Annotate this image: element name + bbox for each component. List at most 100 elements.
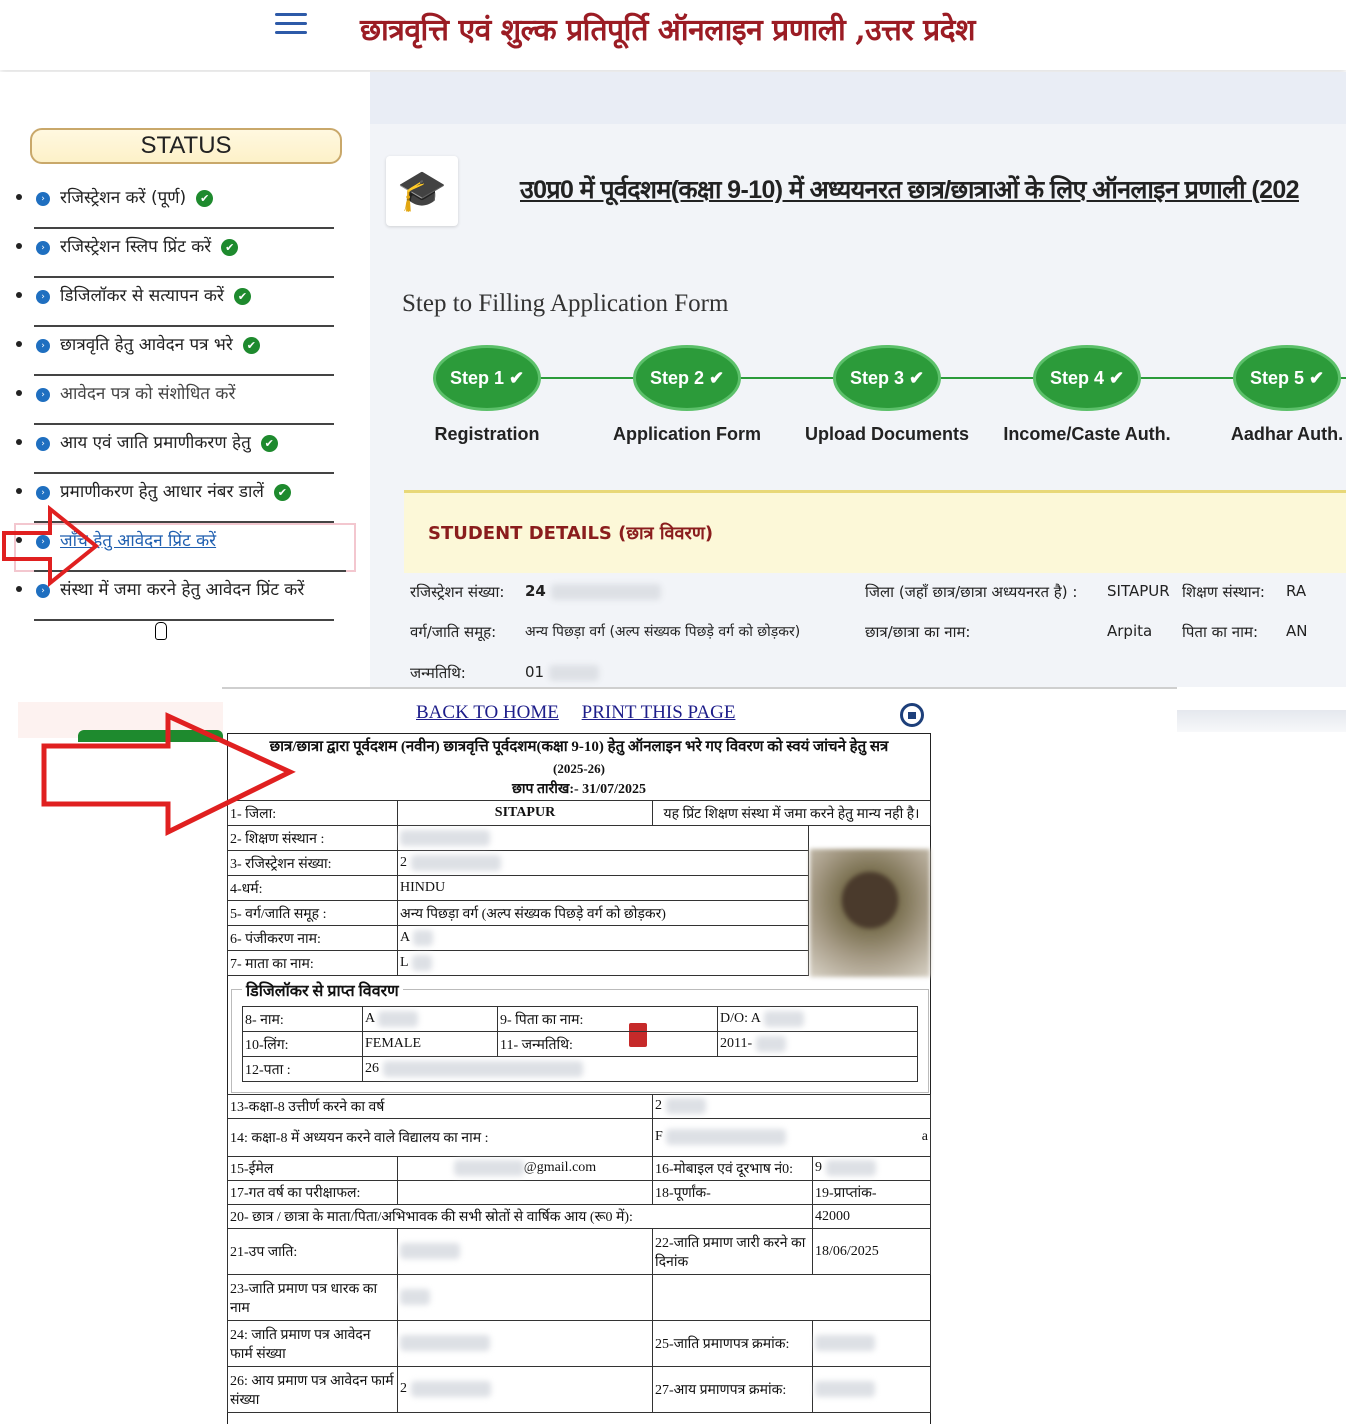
menu-item-label: रजिस्ट्रेशन स्लिप प्रिंट करें xyxy=(60,237,212,257)
step-5-badge[interactable]: Step 5 ✔ xyxy=(1233,345,1341,411)
f20-label: 20- छात्र / छात्रा के माता/पिता/अभिभावक … xyxy=(227,1204,813,1229)
step-4-label: Income/Caste Auth. xyxy=(1003,424,1171,444)
f25-label: 25-जाति प्रमाणपत्र क्रमांक: xyxy=(652,1320,813,1367)
print-this-page-link[interactable]: PRINT THIS PAGE xyxy=(582,702,736,723)
bullet xyxy=(16,243,22,249)
f11-label: 11- जन्मतिथि: xyxy=(497,1031,718,1057)
f3-value: 2 xyxy=(397,850,809,876)
category-label: वर्ग/जाति समूह: xyxy=(410,623,497,641)
top-header: छात्रवृत्ति एवं शुल्क प्रतिपूर्ति ऑनलाइन… xyxy=(0,0,1346,70)
category-value: अन्य पिछड़ा वर्ग (अल्प संख्यक पिछड़े वर्… xyxy=(525,624,801,640)
f24-label: 24: जाति प्रमाण पत्र आवेदन फार्म संख्या xyxy=(227,1320,398,1367)
f13-value: 2 xyxy=(652,1094,931,1119)
step-2-badge[interactable]: Step 2 ✔ xyxy=(633,345,741,411)
bullet xyxy=(16,292,22,298)
menu-item-link[interactable]: जाँच हेतु आवेदन प्रिंट करें xyxy=(60,528,216,551)
f7-label: 7- माता का नाम: xyxy=(227,950,398,976)
f2-label: 2- शिक्षण संस्थान : xyxy=(227,825,398,851)
f24-value xyxy=(397,1320,653,1367)
student-photo xyxy=(810,849,930,977)
district-value: SITAPUR xyxy=(1107,582,1170,600)
chevron-right-icon: › xyxy=(36,584,50,598)
menu-item-label: छात्रवृति हेतु आवेदन पत्र भरे xyxy=(60,335,233,355)
menu-item-digilocker[interactable]: › डिजिलॉकर से सत्यापन करें ✔ xyxy=(14,278,344,327)
status-heading: STATUS xyxy=(30,128,342,164)
hamburger-menu-icon[interactable] xyxy=(275,13,307,37)
check-icon: ✔ xyxy=(260,434,278,452)
menu-item-label: प्रमाणीकरण हेतु आधार नंबर डालें xyxy=(60,482,264,502)
bullet xyxy=(16,194,22,200)
f8-label: 8- नाम: xyxy=(242,1006,363,1032)
menu-item-aadhar[interactable]: › प्रमाणीकरण हेतु आधार नंबर डालें ✔ xyxy=(14,474,344,523)
chevron-right-icon: › xyxy=(36,486,50,500)
f21-value xyxy=(397,1228,653,1275)
chevron-right-icon: › xyxy=(36,290,50,304)
chevron-right-icon: › xyxy=(36,241,50,255)
main-content: 🎓 उ0प्र0 में पूर्वदशम(कक्षा 9-10) में अध… xyxy=(370,72,1346,1047)
green-button-partial xyxy=(78,730,223,742)
f1-value: SITAPUR xyxy=(397,800,653,826)
f12-value: 26 xyxy=(362,1056,918,1082)
f27-label: 27-आय प्रमाणपत्र क्रमांक: xyxy=(652,1366,813,1413)
back-to-home-link[interactable]: BACK TO HOME xyxy=(416,702,559,723)
f13-label: 13-कक्षा-8 उत्तीर्ण करने का वर्ष xyxy=(227,1094,653,1119)
menu-item-income-caste[interactable]: › आय एवं जाति प्रमाणीकरण हेतु ✔ xyxy=(14,425,344,474)
bullet xyxy=(16,586,22,592)
status-menu: › रजिस्ट्रेशन करें (पूर्ण) ✔ › रजिस्ट्रेशन … xyxy=(14,180,356,621)
f12-label: 12-पता : xyxy=(242,1056,363,1082)
f14-label: 14: कक्षा-8 में अध्ययन करने वाले विद्याल… xyxy=(227,1118,653,1157)
menu-item-print-submit[interactable]: › संस्था में जमा करने हेतु आवेदन प्रिंट क… xyxy=(14,572,344,621)
steps-title-text: Step to Filling Application Form xyxy=(402,290,729,317)
step-3-badge[interactable]: Step 3 ✔ xyxy=(833,345,941,411)
f10-value: FEMALE xyxy=(362,1031,498,1057)
f4-value: HINDU xyxy=(397,875,809,901)
menu-item-reg-slip[interactable]: › रजिस्ट्रेशन स्लिप प्रिंट करें ✔ xyxy=(14,229,344,278)
menu-item-label: डिजिलॉकर से सत्यापन करें xyxy=(60,286,224,306)
check-icon: ✔ xyxy=(273,483,291,501)
name-label: छात्र/छात्रा का नाम: xyxy=(865,623,971,641)
bullet xyxy=(16,341,22,347)
bullet xyxy=(16,537,22,543)
check-icon: ✔ xyxy=(221,238,239,256)
check-icon: ✔ xyxy=(196,189,214,207)
f10-label: 10-लिंग: xyxy=(242,1031,363,1057)
f1-label: 1- जिला: xyxy=(227,800,398,826)
chevron-right-icon: › xyxy=(36,339,50,353)
menu-item-label: रजिस्ट्रेशन करें (पूर्ण) xyxy=(60,188,187,208)
father-value: AN xyxy=(1286,622,1308,640)
dob-label: जन्मतिथि: xyxy=(410,664,466,682)
step-1-badge[interactable]: Step 1 ✔ xyxy=(433,345,541,411)
chevron-right-icon: › xyxy=(36,388,50,402)
menu-item-edit-form[interactable]: › आवेदन पत्र को संशोधित करें xyxy=(14,376,344,425)
institute-label: शिक्षण संस्थान: xyxy=(1182,583,1265,601)
graduation-cap-icon: 🎓 xyxy=(386,156,458,226)
step-1-label: Registration xyxy=(434,424,540,444)
page-heading: उ0प्र0 में पूर्वदशम(कक्षा 9-10) में अध्य… xyxy=(520,176,1300,204)
father-label: पिता का नाम: xyxy=(1182,623,1259,641)
print-document: छात्र/छात्रा द्वारा पूर्वदशम (नवीन) छात्… xyxy=(227,733,931,1424)
hand-cursor-icon xyxy=(155,622,167,640)
f22-label: 22-जाति प्रमाण जारी करने का दिनांक xyxy=(652,1228,813,1275)
step-5-label: Aadhar Auth. xyxy=(1230,424,1344,444)
bullet xyxy=(16,390,22,396)
printer-icon[interactable] xyxy=(900,703,924,727)
step-3-label: Upload Documents xyxy=(804,424,969,444)
f19-label: 19-प्राप्तांक- xyxy=(812,1180,931,1205)
f15-label: 15-ईमेल xyxy=(227,1156,398,1181)
f15-value: @gmail.com xyxy=(397,1156,653,1181)
menu-item-fill-form[interactable]: › छात्रवृति हेतु आवेदन पत्र भरे ✔ xyxy=(14,327,344,376)
f5-label: 5- वर्ग/जाति समूह : xyxy=(227,900,398,926)
f17-label: 17-गत वर्ष का परीक्षाफल: xyxy=(227,1180,398,1205)
f18-label: 18-पूर्णांक- xyxy=(652,1180,813,1205)
chevron-right-icon: › xyxy=(36,535,50,549)
step-2-label: Application Form xyxy=(613,424,761,444)
reg-label: रजिस्ट्रेशन संख्या: xyxy=(410,583,505,601)
sidebar: STATUS › रजिस्ट्रेशन करें (पूर्ण) ✔ › रजिस्… xyxy=(0,72,370,687)
f27-value xyxy=(812,1366,931,1413)
menu-item-print-check[interactable]: › जाँच हेतु आवेदन प्रिंट करें xyxy=(14,523,356,572)
menu-item-registration[interactable]: › रजिस्ट्रेशन करें (पूर्ण) ✔ xyxy=(14,180,344,229)
chevron-right-icon: › xyxy=(36,437,50,451)
digilocker-section: डिजिलॉकर से प्राप्त विवरण 8- नाम: A 9- पि… xyxy=(231,979,929,1093)
f6-value: A xyxy=(397,925,809,951)
step-4-badge[interactable]: Step 4 ✔ xyxy=(1033,345,1141,411)
